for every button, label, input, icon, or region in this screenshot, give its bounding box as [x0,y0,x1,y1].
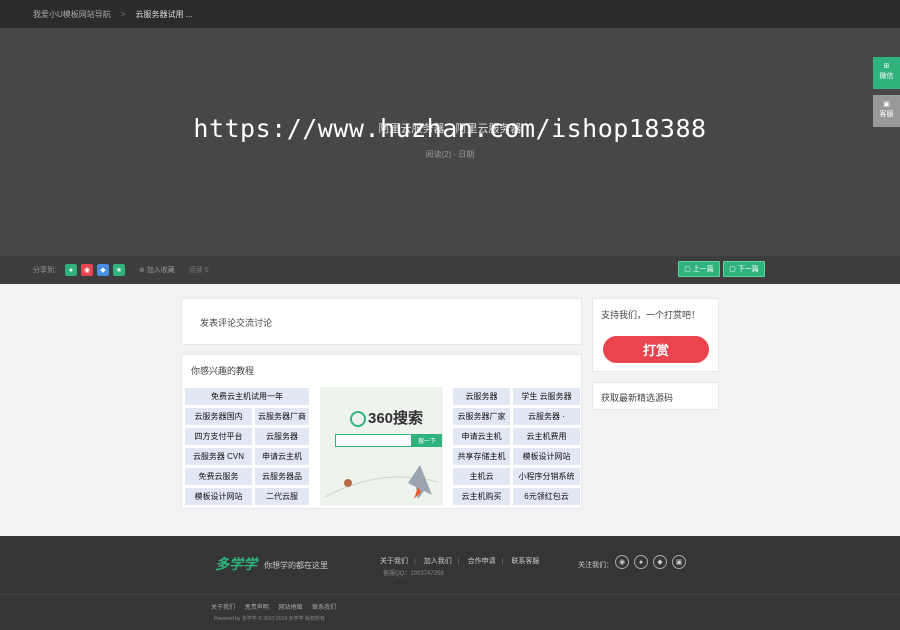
ad-link[interactable]: 云主机购买 [453,488,510,505]
footer-bottom-link[interactable]: 免责声明 [245,605,269,611]
rocket-icon [324,465,439,499]
footer-links: 关于我们 | 加入我们 | 合作申请 | 联系客服 [380,558,540,565]
ad-link[interactable]: 申请云主机 [453,428,510,445]
footer-link[interactable]: 合作申请 [468,558,496,565]
breadcrumb-home[interactable]: 我爱小U模板网站导航 [33,9,111,20]
ad-link[interactable]: 共享存储主机 [453,448,510,465]
ad-link[interactable]: 二代云服 [255,488,309,505]
wechat-icon[interactable]: ● [634,555,648,569]
next-article-button[interactable]: ▢ 下一篇 [723,261,765,277]
watermark-url: https://www.huzhan.com/ishop18388 [193,114,707,143]
ad-link[interactable]: 云主机费用 [513,428,580,445]
ad-link[interactable]: 四方支付平台 [185,428,252,445]
ad-link[interactable]: 6元领红包云 [513,488,580,505]
support-title: 支持我们，一个打赏吧！ [601,310,701,320]
ad-link[interactable]: 云服务器厂商 [255,408,309,425]
comment-card: 发表评论交流讨论 [181,298,582,345]
ad-link[interactable]: 云服务器 CVN [185,448,252,465]
weibo-icon[interactable]: ◉ [615,555,629,569]
qq-icon[interactable]: ◆ [97,264,109,276]
hero-banner: 阿里云服务器 阿里云服务器 https://www.huzhan.com/ish… [0,28,900,256]
reward-button[interactable]: 打赏 [603,336,709,363]
footer-link[interactable]: 联系客服 [511,558,539,565]
ad-link[interactable]: 免费云服务 [185,468,252,485]
prev-article-button[interactable]: ▢ 上一篇 [678,261,720,277]
ad-link[interactable]: 学生 云服务器 [513,388,580,405]
favorite-label: 加入收藏 [146,267,175,274]
footer-bottom-link[interactable]: 网站地图 [278,605,302,611]
side-service-label: 客服 [879,111,894,118]
breadcrumb-separator: > [120,9,126,19]
footer-slogan: 你想学的都在这里 [264,561,328,570]
contact-icon[interactable]: ▣ [672,555,686,569]
next-label: 下一篇 [737,266,759,273]
side-service-button[interactable]: ▣ 客服 [873,95,900,127]
favorite-link[interactable]: ⊕ 加入收藏 [139,265,175,275]
share-label: 分享到： [33,267,61,274]
ad-link[interactable]: 模板设计网站 [185,488,252,505]
footer: 多学学 你想学的都在这里 关于我们 | 加入我们 | 合作申请 | 联系客服 客服QQ… [0,536,900,630]
footer-contact: 客服QQ：1903747258 [383,571,444,577]
ad-link[interactable]: 云服务器品 [255,468,309,485]
ad-link[interactable]: 申请云主机 [255,448,309,465]
grid-icon: ⊞ [883,63,890,70]
qzone-icon[interactable]: ★ [113,264,125,276]
side-wechat-label: 微信 [879,73,894,80]
footer-divider [0,594,900,595]
footer-bottom-links: 关于我们 免责声明 网站地图 联系我们 [211,602,344,611]
interest-title: 你感兴趣的教程 [191,366,255,376]
prev-label: 上一篇 [692,266,714,273]
ad-link[interactable]: 云服务器 [255,428,309,445]
weibo-icon[interactable]: ◉ [81,264,93,276]
view-count: 阅读 0 [188,267,209,274]
footer-link[interactable]: 关于我们 [380,558,408,565]
ad-link[interactable]: 云服务器 · [513,408,580,425]
qq-icon[interactable]: ◆ [653,555,667,569]
download-title[interactable]: 获取最新精选源码 [601,391,673,404]
doc-icon: ▢ [684,266,693,273]
ad-link[interactable]: 模板设计网站 [513,448,580,465]
article-meta: 阅读(2) · 日期 [425,150,475,159]
ad-link[interactable]: 小程序分销系统 [513,468,580,485]
footer-brand: 多学学 [215,557,257,573]
breadcrumb: 我爱小U模板网站导航 > 云服务器试用 ... [0,0,900,28]
share-bar: 分享到： ● ◉ ◆ ★ ⊕ 加入收藏 阅读 0 [0,256,900,284]
footer-bottom-link[interactable]: 联系我们 [312,605,336,611]
ad-link[interactable]: 免费云主机试用一年 [185,388,309,405]
follow-label: 关注我们： [578,562,613,569]
breadcrumb-current: 云服务器试用 ... [135,9,193,19]
search-ad[interactable]: 360搜索 搜一下 [320,387,443,506]
ad-link[interactable]: 主机云 [453,468,510,485]
ad-link[interactable]: 云服务器国内 [185,408,252,425]
comment-title[interactable]: 发表评论交流讨论 [200,316,272,329]
copyright: Powered by 多学学 © 2017-2019 多学学 版权所有 [214,616,325,622]
ad-link[interactable]: 云服务器厂家 [453,408,510,425]
ad-link[interactable]: 云服务器 [453,388,510,405]
footer-bottom-link[interactable]: 关于我们 [211,605,235,611]
chat-icon: ▣ [883,101,890,108]
wechat-icon[interactable]: ● [65,264,77,276]
side-wechat-button[interactable]: ⊞ 微信 [873,57,900,89]
doc-icon: ▢ [729,266,738,273]
download-card: 获取最新精选源码 [592,382,719,410]
footer-link[interactable]: 加入我们 [424,558,452,565]
